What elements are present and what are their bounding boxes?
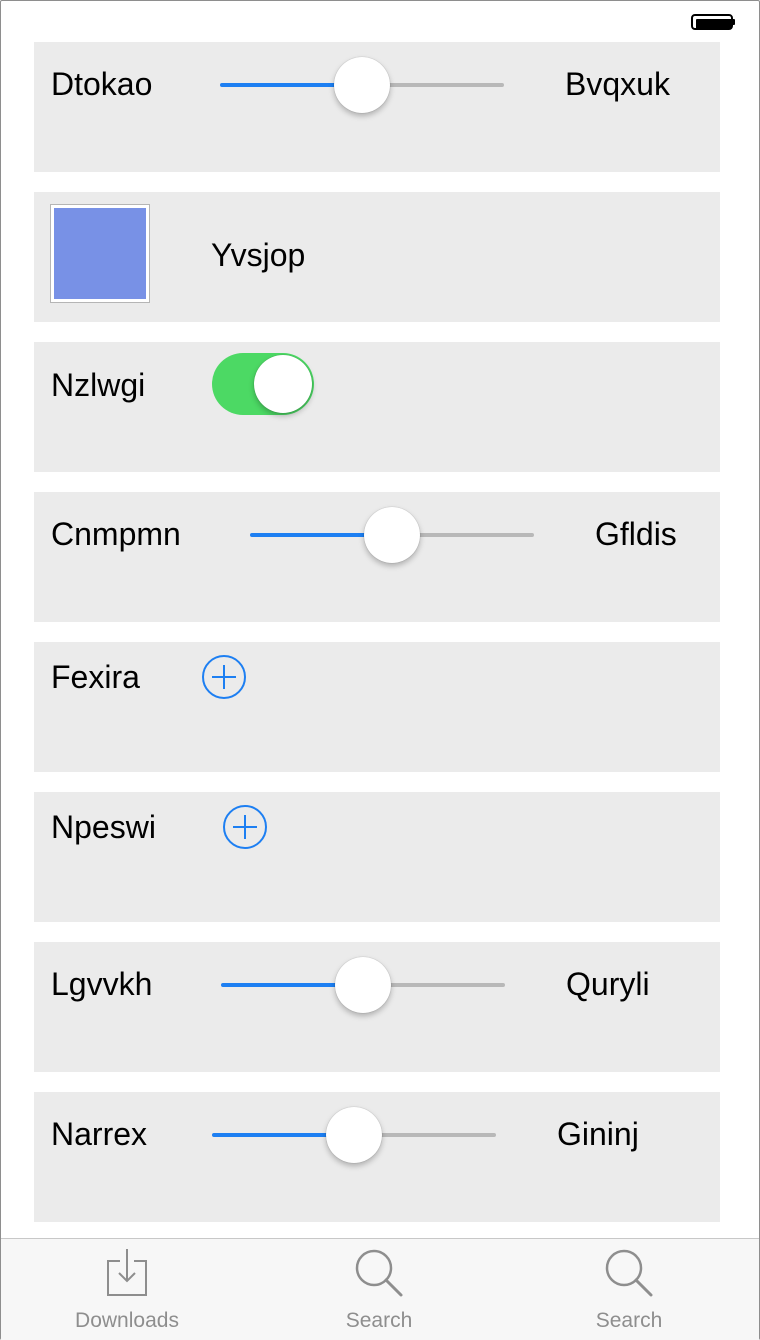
slider-thumb[interactable]	[326, 1107, 382, 1163]
tab-label: Downloads	[75, 1309, 179, 1332]
slider-row-cnmpmn: Cnmpmn Gfldis	[34, 492, 720, 622]
slider-label: Narrex	[51, 1116, 148, 1152]
toggle-label: Nzlwgi	[51, 367, 146, 403]
slider-label: Cnmpmn	[51, 516, 181, 552]
search-icon	[605, 1249, 653, 1297]
color-label: Yvsjop	[211, 237, 306, 273]
slider[interactable]	[221, 956, 505, 1016]
tab-label: Search	[595, 1309, 663, 1332]
slider-thumb[interactable]	[334, 57, 390, 113]
plus-circle-icon[interactable]	[201, 654, 247, 700]
add-row-label: Npeswi	[51, 809, 156, 845]
slider-thumb[interactable]	[335, 957, 391, 1013]
color-swatch[interactable]	[50, 204, 150, 303]
slider[interactable]	[220, 56, 504, 116]
toggle-row-nzlwgi: Nzlwgi	[34, 342, 720, 472]
tab-bar: Downloads Search Search	[1, 1238, 759, 1340]
slider-max-label: Gfldis	[595, 516, 677, 552]
slider-label: Lgvvkh	[51, 966, 153, 1002]
add-row-fexira: Fexira	[34, 642, 720, 772]
slider-thumb[interactable]	[364, 507, 420, 563]
slider-max-label: Gininj	[557, 1116, 639, 1152]
slider-row-lgvvkh: Lgvvkh Quryli	[34, 942, 720, 1072]
slider-row-dtokao: Dtokao Bvqxuk	[34, 42, 720, 172]
slider-row-narrex: Narrex Gininj	[34, 1092, 720, 1222]
search-icon	[355, 1249, 403, 1297]
slider-label: Dtokao	[51, 66, 153, 102]
add-row-npeswi: Npeswi	[34, 792, 720, 922]
slider-max-label: Quryli	[566, 966, 650, 1002]
download-icon	[107, 1249, 147, 1296]
battery-icon	[691, 14, 735, 30]
color-row-yvsjop: Yvsjop	[34, 192, 720, 322]
slider[interactable]	[250, 506, 534, 566]
toggle-knob	[254, 355, 312, 413]
toggle-switch[interactable]	[212, 353, 314, 415]
add-row-label: Fexira	[51, 659, 140, 695]
slider-max-label: Bvqxuk	[565, 66, 670, 102]
plus-circle-icon[interactable]	[222, 804, 268, 850]
slider[interactable]	[212, 1106, 496, 1166]
tab-search-2[interactable]: Search	[503, 1239, 755, 1340]
tab-search[interactable]: Search	[253, 1239, 505, 1340]
tab-label: Search	[345, 1309, 413, 1332]
tab-downloads[interactable]: Downloads	[1, 1239, 253, 1340]
